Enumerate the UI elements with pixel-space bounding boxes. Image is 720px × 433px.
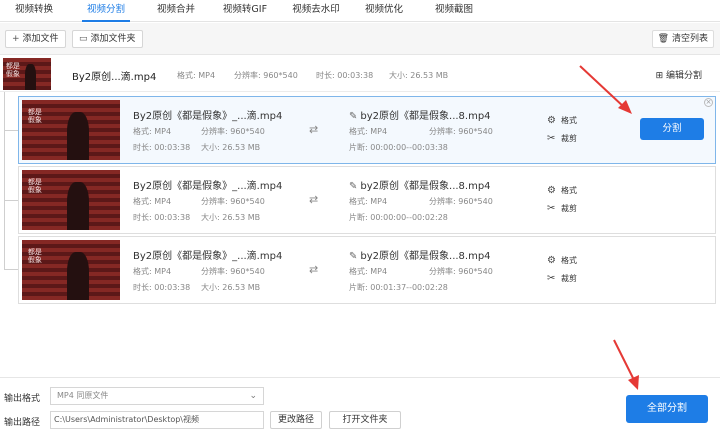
split-button[interactable]: 分割 — [640, 118, 704, 140]
tab-video-convert[interactable]: 视频转换 — [4, 0, 64, 22]
file-resolution: 960*540 — [263, 71, 298, 80]
segment-source-name: By2原创《都是假象》_...滴.mp4 — [133, 251, 283, 262]
shuffle-icon: ⇄ — [309, 123, 319, 136]
plus-icon: + — [12, 34, 20, 44]
gear-icon: ⚙ — [547, 185, 556, 196]
scissors-icon: ✂ — [547, 133, 556, 144]
tab-bar: 视频转换 视频分割 视频合并 视频转GIF 视频去水印 视频优化 视频截图 — [0, 0, 720, 22]
pencil-icon: ✎ — [349, 111, 358, 122]
tab-video-screenshot[interactable]: 视频截图 — [424, 0, 484, 22]
tab-video-split[interactable]: 视频分割 — [76, 0, 136, 22]
segment-output-name[interactable]: ✎ by2原创《都是假象...8.mp4 — [349, 177, 491, 192]
chevron-down-icon: ⌄ — [249, 391, 257, 401]
cut-button[interactable]: ✂ 裁剪 — [547, 203, 577, 214]
video-thumbnail: 都是假象 — [22, 240, 120, 300]
gear-icon: ⚙ — [547, 115, 556, 126]
segment-row[interactable]: 都是假象 By2原创《都是假象》_...滴.mp4 格式: MP4 分辨率: 9… — [18, 166, 716, 234]
tab-video-merge[interactable]: 视频合并 — [146, 0, 206, 22]
cut-button[interactable]: ✂ 裁剪 — [547, 133, 577, 144]
shuffle-icon: ⇄ — [309, 263, 319, 276]
format-settings-button[interactable]: ⚙ 格式 — [547, 255, 577, 266]
toolbar: + 添加文件 ▭ 添加文件夹 🗑 清空列表 — [0, 23, 720, 55]
clear-list-button[interactable]: 🗑 清空列表 — [651, 30, 714, 48]
segment-row[interactable]: 都是假象 By2原创《都是假象》_...滴.mp4 格式: MP4 分辨率: 9… — [18, 236, 716, 304]
trash-icon: 🗑 — [657, 34, 670, 44]
tree-connector — [4, 92, 19, 270]
format-settings-button[interactable]: ⚙ 格式 — [547, 115, 577, 126]
add-file-button[interactable]: + 添加文件 — [5, 30, 66, 48]
folder-icon: ▭ — [79, 34, 88, 44]
output-path-field[interactable]: C:\Users\Administrator\Desktop\视频 — [50, 411, 264, 429]
tab-video-optimize[interactable]: 视频优化 — [354, 0, 414, 22]
segment-row[interactable]: 都是假象 By2原创《都是假象》_...滴.mp4 格式: MP4 分辨率: 9… — [18, 96, 716, 164]
change-path-button[interactable]: 更改路径 — [270, 411, 322, 429]
annotation-arrow-split-all — [613, 339, 635, 381]
video-thumbnail: 都是假象 — [3, 58, 51, 90]
output-settings-bar: 输出格式 MP4 同原文件 ⌄ 输出路径 C:\Users\Administra… — [0, 377, 720, 433]
edit-segments-icon: ⊞ — [655, 71, 664, 81]
output-format-select[interactable]: MP4 同原文件 ⌄ — [50, 387, 264, 405]
video-thumbnail: 都是假象 — [22, 170, 120, 230]
output-format-label: 输出格式 — [4, 394, 41, 404]
add-folder-button[interactable]: ▭ 添加文件夹 — [72, 30, 143, 48]
pencil-icon: ✎ — [349, 251, 358, 262]
segment-source-name: By2原创《都是假象》_...滴.mp4 — [133, 111, 283, 122]
segment-source-name: By2原创《都是假象》_...滴.mp4 — [133, 181, 283, 192]
segment-output-name[interactable]: ✎ by2原创《都是假象...8.mp4 — [349, 107, 491, 122]
file-duration: 00:03:38 — [337, 71, 374, 80]
file-format: MP4 — [198, 71, 216, 80]
close-icon[interactable]: × — [704, 98, 713, 107]
shuffle-icon: ⇄ — [309, 193, 319, 206]
output-path-label: 输出路径 — [4, 418, 41, 428]
source-file-row[interactable]: 都是假象 By2原创...滴.mp4 格式: MP4 分辨率: 960*540 … — [0, 56, 720, 92]
segment-output-name[interactable]: ✎ by2原创《都是假象...8.mp4 — [349, 247, 491, 262]
cut-button[interactable]: ✂ 裁剪 — [547, 273, 577, 284]
tab-video-gif[interactable]: 视频转GIF — [213, 0, 277, 22]
open-folder-button[interactable]: 打开文件夹 — [329, 411, 401, 429]
scissors-icon: ✂ — [547, 273, 556, 284]
pencil-icon: ✎ — [349, 181, 358, 192]
video-thumbnail: 都是假象 — [22, 100, 120, 160]
scissors-icon: ✂ — [547, 203, 556, 214]
tab-video-watermark[interactable]: 视频去水印 — [284, 0, 348, 22]
format-settings-button[interactable]: ⚙ 格式 — [547, 185, 577, 196]
split-all-button[interactable]: 全部分割 — [626, 395, 708, 423]
file-name: By2原创...滴.mp4 — [72, 72, 157, 83]
file-size: 26.53 MB — [410, 71, 449, 80]
gear-icon: ⚙ — [547, 255, 556, 266]
edit-segments-button[interactable]: ⊞ 编辑分割 — [656, 68, 702, 81]
